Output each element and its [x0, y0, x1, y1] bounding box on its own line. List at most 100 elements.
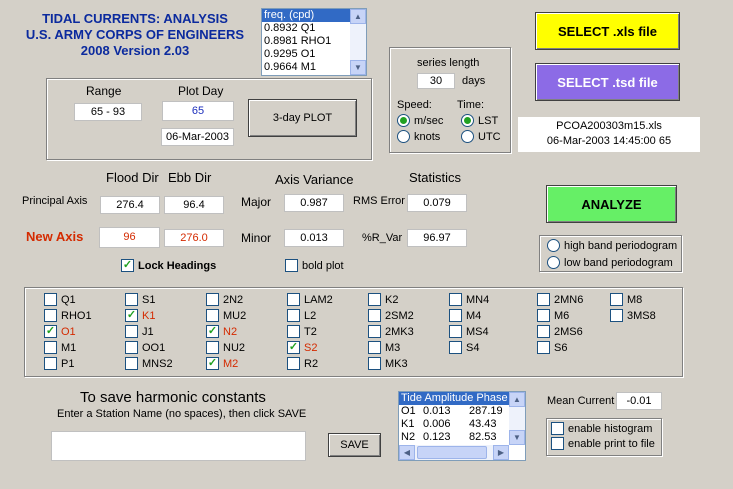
time-utc-radio[interactable]: UTC: [461, 130, 501, 143]
scroll-down-icon[interactable]: ▼: [509, 430, 525, 445]
save-button[interactable]: SAVE: [328, 433, 381, 457]
constituent-checkbox-t2[interactable]: T2: [287, 325, 317, 338]
checkbox-empty-icon[interactable]: [125, 293, 138, 306]
checkbox-empty-icon[interactable]: [551, 437, 564, 450]
table-row[interactable]: O1 0.013 287.19: [399, 405, 509, 418]
checkbox-empty-icon[interactable]: [551, 422, 564, 435]
constituent-checkbox-k2[interactable]: K2: [368, 293, 398, 306]
checkbox-empty-icon[interactable]: [368, 341, 381, 354]
constituent-checkbox-m2[interactable]: ✓ M2: [206, 357, 238, 370]
radio-off-icon[interactable]: [547, 256, 560, 269]
checkbox-empty-icon[interactable]: [287, 309, 300, 322]
checkmark-icon[interactable]: ✓: [206, 325, 219, 338]
checkbox-empty-icon[interactable]: [537, 309, 550, 322]
constituent-checkbox-m3[interactable]: M3: [368, 341, 400, 354]
checkbox-empty-icon[interactable]: [610, 293, 623, 306]
series-length-input[interactable]: 30: [417, 73, 455, 89]
checkmark-icon[interactable]: ✓: [206, 357, 219, 370]
low-band-radio[interactable]: low band periodogram: [547, 256, 673, 269]
high-band-radio[interactable]: high band periodogram: [547, 239, 677, 252]
constituent-checkbox-m8[interactable]: M8: [610, 293, 642, 306]
checkbox-empty-icon[interactable]: [285, 259, 298, 272]
constituent-checkbox-m1[interactable]: M1: [44, 341, 76, 354]
radio-on-icon[interactable]: [461, 114, 474, 127]
enable-print-checkbox[interactable]: enable print to file: [551, 437, 655, 450]
constituent-checkbox-mns2[interactable]: MNS2: [125, 357, 173, 370]
tide-table[interactable]: Tide Amplitude Phase O1 0.013 287.19 K1 0.00…: [398, 391, 526, 461]
checkbox-empty-icon[interactable]: [287, 325, 300, 338]
constituent-checkbox-3ms8[interactable]: 3MS8: [610, 309, 656, 322]
constituent-checkbox-2n2[interactable]: 2N2: [206, 293, 243, 306]
constituent-checkbox-oo1[interactable]: OO1: [125, 341, 165, 354]
checkmark-icon[interactable]: ✓: [44, 325, 57, 338]
constituent-checkbox-l2[interactable]: L2: [287, 309, 316, 322]
table-row[interactable]: K1 0.006 43.43: [399, 418, 509, 431]
frequency-list-scrollbar[interactable]: ▲ ▼: [350, 9, 366, 75]
constituent-checkbox-mu2[interactable]: MU2: [206, 309, 246, 322]
constituent-checkbox-s4[interactable]: S4: [449, 341, 479, 354]
radio-off-icon[interactable]: [461, 130, 474, 143]
checkmark-icon[interactable]: ✓: [121, 259, 134, 272]
checkbox-empty-icon[interactable]: [368, 325, 381, 338]
frequency-list[interactable]: freq. (cpd) 0.8932 Q1 0.8981 RHO1 0.9295…: [261, 8, 367, 76]
checkbox-empty-icon[interactable]: [368, 357, 381, 370]
constituent-checkbox-mn4[interactable]: MN4: [449, 293, 489, 306]
scroll-down-icon[interactable]: ▼: [350, 60, 366, 75]
checkbox-empty-icon[interactable]: [206, 341, 219, 354]
scroll-right-icon[interactable]: ▶: [493, 445, 509, 460]
tide-table-hscrollbar[interactable]: ◀ ▶: [399, 445, 509, 460]
checkbox-empty-icon[interactable]: [44, 309, 57, 322]
select-tsd-button[interactable]: SELECT .tsd file: [535, 63, 680, 101]
checkbox-empty-icon[interactable]: [537, 325, 550, 338]
constituent-checkbox-n2[interactable]: ✓ N2: [206, 325, 237, 338]
constituent-checkbox-2ms6[interactable]: 2MS6: [537, 325, 583, 338]
checkbox-empty-icon[interactable]: [206, 293, 219, 306]
checkbox-empty-icon[interactable]: [44, 357, 57, 370]
constituent-checkbox-s6[interactable]: S6: [537, 341, 567, 354]
constituent-checkbox-m6[interactable]: M6: [537, 309, 569, 322]
constituent-checkbox-r2[interactable]: R2: [287, 357, 318, 370]
constituent-checkbox-lam2[interactable]: LAM2: [287, 293, 333, 306]
tide-table-vscrollbar[interactable]: ▲ ▼: [509, 392, 525, 445]
speed-msec-radio[interactable]: m/sec: [397, 114, 443, 127]
checkmark-icon[interactable]: ✓: [125, 309, 138, 322]
constituent-checkbox-p1[interactable]: P1: [44, 357, 74, 370]
constituent-checkbox-s1[interactable]: S1: [125, 293, 155, 306]
tide-table-header[interactable]: Tide Amplitude Phase: [399, 392, 509, 405]
scroll-up-icon[interactable]: ▲: [350, 9, 366, 24]
checkbox-empty-icon[interactable]: [449, 341, 462, 354]
constituent-checkbox-nu2[interactable]: NU2: [206, 341, 245, 354]
scroll-left-icon[interactable]: ◀: [399, 445, 415, 460]
bold-plot-checkbox[interactable]: bold plot: [285, 259, 344, 272]
constituent-checkbox-j1[interactable]: J1: [125, 325, 154, 338]
checkbox-empty-icon[interactable]: [537, 341, 550, 354]
constituent-checkbox-2mn6[interactable]: 2MN6: [537, 293, 583, 306]
plot-day-input[interactable]: 65: [162, 101, 234, 121]
checkbox-empty-icon[interactable]: [537, 293, 550, 306]
time-lst-radio[interactable]: LST: [461, 114, 498, 127]
checkbox-empty-icon[interactable]: [125, 357, 138, 370]
speed-knots-radio[interactable]: knots: [397, 130, 440, 143]
radio-off-icon[interactable]: [547, 239, 560, 252]
checkbox-empty-icon[interactable]: [44, 293, 57, 306]
checkbox-empty-icon[interactable]: [125, 341, 138, 354]
constituent-checkbox-mk3[interactable]: MK3: [368, 357, 408, 370]
constituent-checkbox-s2[interactable]: ✓ S2: [287, 341, 317, 354]
checkbox-empty-icon[interactable]: [610, 309, 623, 322]
checkbox-empty-icon[interactable]: [125, 325, 138, 338]
scroll-up-icon[interactable]: ▲: [509, 392, 525, 407]
new-axis-flood-input[interactable]: 96: [99, 227, 160, 248]
radio-on-icon[interactable]: [397, 114, 410, 127]
constituent-checkbox-rho1[interactable]: RHO1: [44, 309, 92, 322]
constituent-checkbox-2sm2[interactable]: 2SM2: [368, 309, 414, 322]
analyze-button[interactable]: ANALYZE: [546, 185, 677, 223]
enable-histogram-checkbox[interactable]: enable histogram: [551, 422, 652, 435]
checkbox-empty-icon[interactable]: [287, 293, 300, 306]
constituent-checkbox-k1[interactable]: ✓ K1: [125, 309, 155, 322]
constituent-checkbox-o1[interactable]: ✓ O1: [44, 325, 76, 338]
constituent-checkbox-ms4[interactable]: MS4: [449, 325, 489, 338]
checkbox-empty-icon[interactable]: [44, 341, 57, 354]
checkbox-empty-icon[interactable]: [449, 293, 462, 306]
three-day-plot-button[interactable]: 3-day PLOT: [248, 99, 357, 137]
select-xls-button[interactable]: SELECT .xls file: [535, 12, 680, 50]
